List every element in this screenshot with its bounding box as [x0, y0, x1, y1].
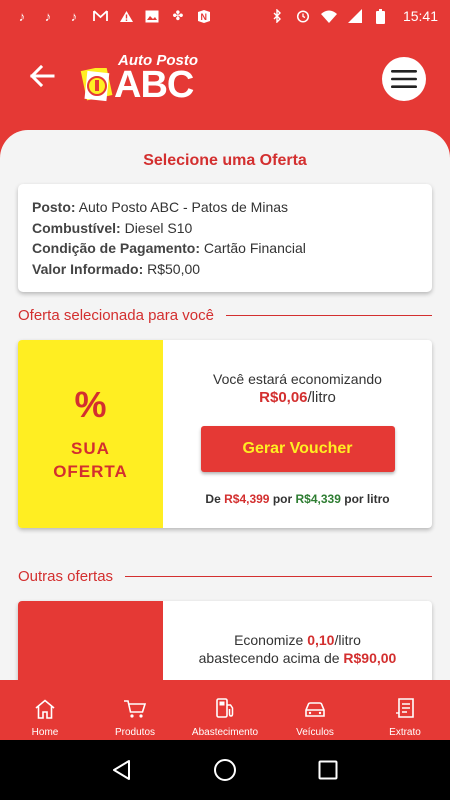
price-de-label: De: [205, 492, 221, 506]
receipt-icon: [396, 698, 414, 718]
n-icon: N: [196, 9, 212, 23]
save-amount: R$0,06/litro: [163, 388, 432, 408]
triangle-back-icon: [112, 760, 130, 780]
nav-extrato-label: Extrato: [389, 727, 421, 738]
nav-extrato[interactable]: Extrato: [360, 680, 450, 740]
app-bar: Auto Posto ABC: [0, 32, 450, 130]
tiktok-icon: ♪: [18, 8, 26, 24]
menu-button[interactable]: [382, 57, 426, 101]
wifi-icon: [320, 9, 337, 23]
page-title: Selecione uma Oferta: [143, 152, 307, 169]
nav-abastecimento[interactable]: Abastecimento: [180, 680, 270, 740]
info-combustivel-value: Diesel S10: [124, 219, 193, 236]
battery-icon: [373, 8, 389, 24]
info-valor-row: Valor Informado: R$50,00: [32, 259, 418, 280]
hamburger-menu-icon: [391, 70, 417, 88]
bluetooth-icon: [269, 9, 285, 23]
notification-icons: ♪ ♪ ♪ ✤ N: [14, 8, 212, 24]
nav-abastecimento-label: Abastecimento: [191, 727, 259, 738]
info-combustivel-row: Combustível: Diesel S10: [32, 218, 418, 239]
nav-veiculos-label: Veículos: [296, 727, 334, 738]
other-offers-title: Outras ofertas: [18, 568, 114, 585]
generate-voucher-button[interactable]: Gerar Voucher: [200, 426, 395, 472]
save-text: Você estará economizando: [213, 371, 382, 387]
save-unit: /litro: [307, 389, 336, 406]
tiktok-icon: ♪: [44, 8, 52, 24]
info-valor-label: Valor Informado:: [32, 260, 144, 277]
price-old: R$4,399: [224, 492, 270, 506]
square-recents-icon: [318, 760, 338, 780]
svg-text:N: N: [201, 12, 208, 22]
bottom-navigation: Home Produtos Abastecimento Veículos Ext…: [0, 680, 450, 740]
clock: 15:41: [402, 8, 438, 24]
other-offer-text2: abastecendo acima de: [198, 650, 340, 666]
selected-offer-card: % SUA OFERTA Você estará economizando R$…: [18, 340, 432, 528]
other-offers-heading: Outras ofertas: [18, 568, 432, 585]
arrow-left-icon: [29, 65, 55, 87]
tiktok-icon: ♪: [70, 8, 78, 24]
logo-badge-icon: [80, 68, 113, 102]
info-posto-label: Posto:: [32, 199, 76, 215]
image-icon: [144, 9, 160, 23]
info-condicao-value: Cartão Financial: [203, 240, 306, 256]
status-bar: ♪ ♪ ♪ ✤ N 15:41: [0, 0, 450, 32]
fuel-info-card: Posto: Auto Posto ABC - Patos de Minas C…: [18, 184, 432, 292]
grid-icon: ✤: [172, 8, 184, 23]
system-icons: 15:41: [269, 8, 438, 24]
other-offer-min-value: R$90,00: [343, 650, 397, 666]
other-offer-text1: Economize: [234, 632, 304, 648]
selected-offer-heading: Oferta selecionada para você: [18, 307, 432, 324]
nav-produtos-label: Produtos: [114, 727, 156, 738]
nav-home[interactable]: Home: [0, 680, 90, 740]
info-posto-row: Posto: Auto Posto ABC - Patos de Minas: [32, 197, 418, 218]
other-offer-body: Economize 0,10/litro abastecendo acima d…: [163, 601, 432, 680]
gmail-icon: [92, 9, 108, 23]
info-condicao-label: Condição de Pagamento:: [32, 240, 201, 256]
system-home-button[interactable]: [205, 750, 245, 790]
divider-line: [225, 315, 432, 316]
other-offer-badge: %: [18, 601, 163, 680]
divider-line: [125, 576, 432, 577]
fuel-pump-icon: [216, 698, 234, 718]
percent-icon: %: [74, 384, 107, 425]
offer-body: Você estará economizando R$0,06/litro Ge…: [163, 340, 432, 528]
offer-badge: % SUA OFERTA: [18, 340, 163, 528]
save-value: R$0,06: [259, 389, 308, 406]
content-area: Selecione uma Oferta Posto: Auto Posto A…: [0, 130, 450, 680]
nav-produtos[interactable]: Produtos: [90, 680, 180, 740]
info-posto-value: Auto Posto ABC - Patos de Minas: [78, 199, 289, 215]
price-comparison: De R$4,399 por R$4,339 por litro: [163, 492, 432, 506]
info-combustivel-label: Combustível:: [32, 219, 121, 236]
warning-icon: [118, 9, 134, 23]
car-icon: [305, 702, 325, 717]
home-icon: [35, 699, 55, 719]
nav-home-label: Home: [31, 727, 59, 738]
other-offer-value: 0,10: [307, 632, 335, 648]
selected-offer-title: Oferta selecionada para você: [18, 307, 214, 324]
system-back-button[interactable]: [102, 750, 142, 790]
system-navigation-bar: [0, 740, 450, 800]
price-new: R$4,339: [295, 492, 341, 506]
nav-veiculos[interactable]: Veículos: [270, 680, 360, 740]
logo-title: ABC: [114, 64, 194, 106]
info-condicao-row: Condição de Pagamento: Cartão Financial: [32, 238, 418, 259]
price-suffix: por litro: [344, 492, 390, 506]
badge-line-1: SUA: [71, 439, 110, 458]
signal-icon: [347, 9, 363, 23]
badge-line-2: OFERTA: [53, 462, 128, 481]
brand-logo: Auto Posto ABC: [78, 52, 202, 108]
other-offer-unit: /litro: [334, 632, 361, 648]
other-offer-card[interactable]: % Economize 0,10/litro abastecendo acima…: [18, 601, 432, 680]
back-button[interactable]: [22, 58, 62, 94]
system-recents-button[interactable]: [308, 750, 348, 790]
alarm-icon: [295, 9, 311, 23]
cart-icon: [124, 700, 147, 718]
info-valor-value: R$50,00: [147, 260, 201, 277]
price-por-label: por: [272, 492, 293, 506]
other-offer-text: Economize 0,10/litro abastecendo acima d…: [163, 631, 432, 667]
circle-home-icon: [213, 759, 236, 781]
